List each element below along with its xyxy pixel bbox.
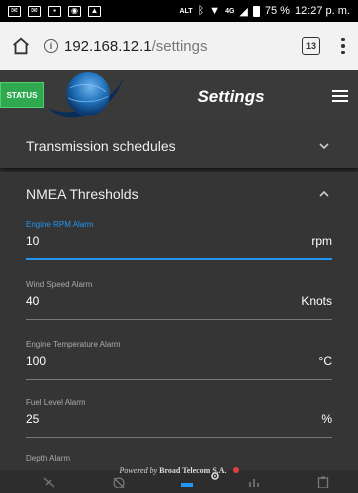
company-logo-icon — [232, 467, 239, 473]
field-value[interactable]: 40 — [26, 294, 39, 308]
alt-label: ALT — [179, 7, 193, 15]
signal-off-icon[interactable] — [42, 476, 56, 488]
address-bar[interactable]: i 192.168.12.1/settings — [44, 38, 302, 55]
field-label: Depth Alarm — [26, 454, 71, 463]
browser-toolbar: i 192.168.12.1/settings 13 — [0, 22, 358, 70]
chart-icon[interactable] — [248, 476, 262, 488]
app-header: STATUS Settings — [0, 70, 358, 124]
clock: 12:27 p. m. — [294, 5, 350, 17]
engine-rpm-alarm-field[interactable]: Engine RPM Alarm 10 rpm — [26, 220, 332, 260]
url-path: /settings — [151, 37, 208, 55]
mail-icon: ✉ — [28, 5, 41, 17]
field-unit: °C — [318, 354, 332, 368]
picture-icon: ▲ — [88, 5, 101, 17]
notification-icons: ✉ ✉ ▪ ◉ ▲ — [8, 5, 101, 17]
engine-temperature-alarm-field[interactable]: Engine Temperature Alarm 100 °C — [26, 340, 332, 380]
battery-percent: 75 % — [264, 5, 290, 17]
image-icon: ▪ — [48, 5, 61, 17]
bluetooth-icon: ᛒ — [197, 5, 205, 17]
panel-title: Transmission schedules — [26, 138, 176, 154]
field-unit: Knots — [301, 294, 332, 308]
fuel-level-alarm-field[interactable]: Fuel Level Alarm 25 % — [26, 398, 332, 438]
field-label: Wind Speed Alarm — [26, 280, 93, 289]
field-unit: % — [321, 412, 332, 426]
keyboard-icon[interactable] — [180, 476, 194, 488]
field-value[interactable]: 25 — [26, 412, 39, 426]
field-label: Engine RPM Alarm — [26, 220, 94, 229]
nmea-thresholds-header[interactable]: NMEA Thresholds — [0, 172, 358, 216]
home-icon[interactable] — [10, 35, 32, 57]
chevron-down-icon — [319, 143, 329, 150]
battery-icon — [252, 5, 260, 17]
status-bar: ✉ ✉ ▪ ◉ ▲ ALT ᛒ ▼ 4G ◢ 75 % 12:27 p. m. — [0, 0, 358, 22]
wind-speed-alarm-field[interactable]: Wind Speed Alarm 40 Knots — [26, 280, 332, 320]
wifi-icon: ▼ — [209, 5, 221, 17]
field-value[interactable]: 10 — [26, 234, 39, 248]
transmission-schedules-panel[interactable]: Transmission schedules — [0, 124, 358, 168]
network-type-label: 4G — [225, 7, 235, 15]
nmea-thresholds-panel: NMEA Thresholds Engine RPM Alarm 10 rpm … — [0, 172, 358, 493]
camera-icon: ◉ — [68, 5, 81, 17]
field-label: Fuel Level Alarm — [26, 398, 86, 407]
mail-icon: ✉ — [8, 5, 21, 17]
transmission-schedules-header[interactable]: Transmission schedules — [0, 124, 358, 168]
no-connection-icon[interactable] — [112, 476, 126, 488]
info-icon[interactable]: i — [44, 39, 58, 53]
bottom-navigation: Powered by Broad Telecom S.A. — [0, 466, 358, 493]
field-unit: rpm — [311, 234, 332, 248]
field-value[interactable]: 100 — [26, 354, 46, 368]
field-label: Engine Temperature Alarm — [26, 340, 121, 349]
clipboard-icon[interactable] — [316, 476, 330, 488]
url-host: 192.168.12.1 — [64, 37, 152, 55]
powered-by-text: Powered by Broad Telecom S.A. — [0, 466, 358, 475]
chevron-up-icon — [319, 190, 329, 197]
page-title: Settings — [197, 87, 265, 106]
tab-switcher-button[interactable]: 13 — [302, 37, 320, 55]
menu-icon[interactable] — [332, 90, 348, 102]
settings-gear-icon[interactable] — [208, 470, 222, 482]
cell-signal-icon: ◢ — [239, 5, 248, 18]
panel-title: NMEA Thresholds — [26, 186, 139, 202]
more-options-icon[interactable] — [338, 37, 348, 55]
